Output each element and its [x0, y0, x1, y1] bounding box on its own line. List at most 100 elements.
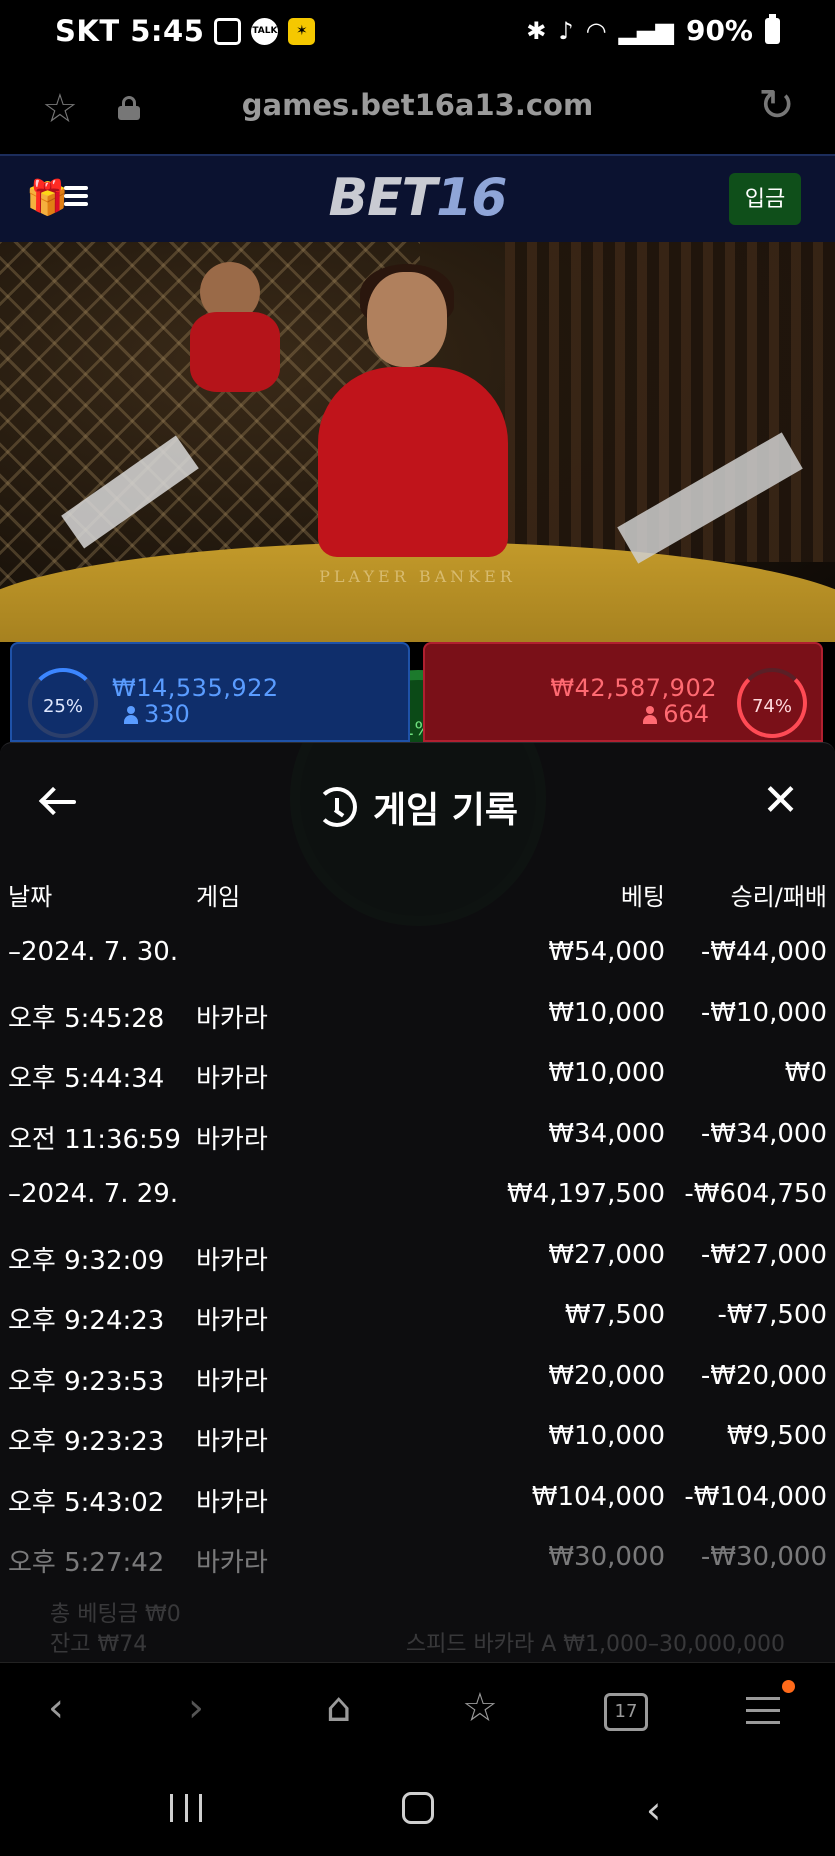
history-table-header: 날짜 게임 베팅 승리/패배 — [0, 877, 835, 917]
table-row[interactable]: 오후 5:44:34 바카라 ₩10,000 ₩0 — [0, 1044, 835, 1105]
row-bet: ₩104,000 — [531, 1481, 665, 1512]
notification-dot — [782, 1680, 795, 1693]
row-date: 오후 9:23:23 — [8, 1427, 165, 1457]
table-row[interactable]: 오후 9:24:23 바카라 ₩7,500 -₩7,500 — [0, 1286, 835, 1347]
row-result: ₩9,500 — [726, 1421, 827, 1451]
mute-icon: ♪ — [558, 16, 574, 45]
row-bet: ₩54,000 — [548, 937, 665, 967]
row-bet: ₩20,000 — [548, 1360, 665, 1391]
battery-percent: 90% — [685, 14, 753, 47]
system-home-icon[interactable] — [402, 1792, 434, 1824]
table-row[interactable]: 오후 5:45:28 바카라 ₩10,000 -₩10,000 — [0, 984, 835, 1045]
row-result: -₩34,000 — [700, 1118, 827, 1149]
banker-bet-bar: 74% ₩42,587,902 664 — [423, 642, 823, 742]
player-bet-bar: 25% ₩14,535,922 330 — [10, 642, 410, 742]
row-bet: ₩10,000 — [548, 1058, 665, 1088]
row-result: -₩604,750 — [684, 1179, 827, 1209]
home-icon[interactable]: ⌂ — [326, 1685, 351, 1735]
row-date: 오후 9:24:23 — [8, 1306, 165, 1336]
row-date: 오전 11:36:59 — [8, 1124, 181, 1155]
table-row[interactable]: 오후 9:23:23 바카라 ₩10,000 ₩9,500 — [0, 1407, 835, 1468]
site-header: 🎁 BET16 입금 — [0, 154, 835, 242]
row-result: -₩30,000 — [700, 1542, 827, 1572]
site-logo[interactable]: BET16 — [0, 168, 835, 228]
row-result: -₩44,000 — [700, 937, 827, 967]
wifi-icon: ◠ — [585, 16, 607, 45]
table-row[interactable]: 오전 11:36:59 바카라 ₩34,000 -₩34,000 — [0, 1105, 835, 1166]
table-row[interactable]: 오후 9:23:53 바카라 ₩20,000 -₩20,000 — [0, 1347, 835, 1408]
background-game-footer: 총 베팅금 ₩0 잔고 ₩74 스피드 바카라 A ₩1,000–30,000,… — [0, 1590, 835, 1662]
browser-bottom-nav: ‹ › ⌂ ☆ 17 — [0, 1662, 835, 1760]
row-bet: ₩4,197,500 — [506, 1179, 665, 1209]
row-date: –2024. 7. 29. — [8, 1179, 179, 1209]
table-row[interactable]: 오후 5:43:02 바카라 ₩104,000 -₩104,000 — [0, 1468, 835, 1529]
person-icon — [124, 706, 138, 724]
close-icon[interactable]: ✕ — [762, 779, 799, 823]
history-rows: –2024. 7. 30. ₩54,000 -₩44,000 오후 5:45:2… — [0, 923, 835, 1589]
player-bettor-count: 330 — [124, 700, 190, 728]
row-date: –2024. 7. 30. — [8, 937, 179, 967]
deposit-button[interactable]: 입금 — [729, 173, 801, 225]
gallery-notification-icon — [214, 17, 242, 45]
row-game: 바카라 — [196, 1487, 268, 1518]
row-bet: ₩10,000 — [548, 1421, 665, 1451]
row-bet: ₩10,000 — [548, 997, 665, 1028]
background-dealer-body — [190, 312, 280, 392]
row-game: 바카라 — [196, 1003, 268, 1034]
menu-icon[interactable] — [746, 1697, 780, 1727]
panel-title: 게임 기록 — [0, 781, 835, 833]
table-label: PLAYER BANKER — [319, 567, 516, 586]
banker-total-amount: ₩42,587,902 — [550, 674, 717, 702]
row-result: -₩20,000 — [700, 1360, 827, 1391]
row-result: -₩27,000 — [700, 1239, 827, 1270]
status-bar: SKT 5:45 TALK ✶ ✱ ♪ ◠ ▂▄▆ 90% — [0, 0, 835, 66]
recent-apps-icon[interactable] — [170, 1794, 202, 1822]
row-game: 바카라 — [196, 1427, 268, 1457]
row-bet: ₩34,000 — [548, 1118, 665, 1149]
row-date: 오후 9:23:53 — [8, 1366, 165, 1397]
reload-icon[interactable]: ↻ — [758, 80, 795, 131]
row-date: 오후 5:27:42 — [8, 1548, 165, 1578]
game-history-panel: 게임 기록 ✕ 날짜 게임 베팅 승리/패배 –2024. 7. 30. ₩54… — [0, 742, 835, 1662]
dealer-body — [318, 367, 508, 557]
table-row[interactable]: 오후 5:27:42 바카라 ₩30,000 -₩30,000 — [0, 1528, 835, 1589]
row-result: ₩0 — [784, 1058, 827, 1088]
row-date: 오후 5:45:28 — [8, 1003, 165, 1034]
carrier-time: SKT 5:45 — [55, 14, 205, 48]
row-game: 바카라 — [196, 1064, 268, 1094]
date-group-row[interactable]: –2024. 7. 29. ₩4,197,500 -₩604,750 — [0, 1165, 835, 1226]
tabs-icon[interactable]: 17 — [604, 1693, 648, 1731]
row-game: 바카라 — [196, 1548, 268, 1578]
row-result: -₩10,000 — [700, 997, 827, 1028]
row-bet: ₩30,000 — [548, 1542, 665, 1572]
date-group-row[interactable]: –2024. 7. 30. ₩54,000 -₩44,000 — [0, 923, 835, 984]
player-total-amount: ₩14,535,922 — [112, 674, 279, 702]
banker-percent-ring: 74% — [737, 668, 807, 738]
row-date: 오후 5:44:34 — [8, 1064, 165, 1094]
back-icon[interactable]: ‹ — [48, 1685, 64, 1735]
row-game: 바카라 — [196, 1245, 268, 1276]
system-back-icon[interactable]: ‹ — [646, 1788, 661, 1832]
system-nav-bar: ‹ — [0, 1760, 835, 1856]
bookmarks-icon[interactable]: ☆ — [462, 1685, 498, 1735]
dealer-head — [367, 272, 447, 367]
row-result: -₩104,000 — [684, 1481, 827, 1512]
signal-icon: ▂▄▆ — [618, 16, 674, 45]
person-icon — [643, 706, 658, 724]
table-row[interactable]: 오후 9:32:09 바카라 ₩27,000 -₩27,000 — [0, 1226, 835, 1287]
forward-icon[interactable]: › — [188, 1685, 204, 1735]
row-result: -₩7,500 — [717, 1300, 827, 1330]
banker-bettor-count: 664 — [643, 700, 709, 728]
history-icon — [316, 787, 357, 827]
panel-title-text: 게임 기록 — [372, 790, 518, 831]
url-field[interactable]: games.bet16a13.com — [0, 88, 835, 122]
row-bet: ₩27,000 — [548, 1239, 665, 1270]
kakaotalk-notification-icon: TALK — [251, 17, 279, 45]
total-bet-text: 총 베팅금 ₩0 — [50, 1602, 181, 1627]
row-bet: ₩7,500 — [564, 1300, 665, 1330]
live-dealer-video: PLAYER BANKER — [0, 242, 835, 642]
row-date: 오후 9:32:09 — [8, 1245, 165, 1276]
battery-icon — [765, 13, 780, 44]
kakao-app-notification-icon: ✶ — [288, 17, 316, 45]
header-date: 날짜 — [8, 883, 53, 911]
